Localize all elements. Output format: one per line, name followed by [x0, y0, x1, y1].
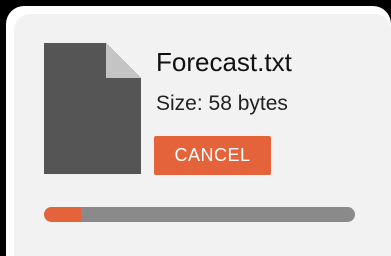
progress-bar [44, 207, 355, 222]
document-icon [44, 43, 141, 174]
progress-fill [44, 207, 82, 222]
file-size: Size: 58 bytes [156, 92, 288, 115]
dialog-frame: Forecast.txt Size: 58 bytes CANCEL [6, 6, 391, 256]
cancel-button[interactable]: CANCEL [154, 136, 271, 175]
file-name: Forecast.txt [156, 47, 292, 77]
